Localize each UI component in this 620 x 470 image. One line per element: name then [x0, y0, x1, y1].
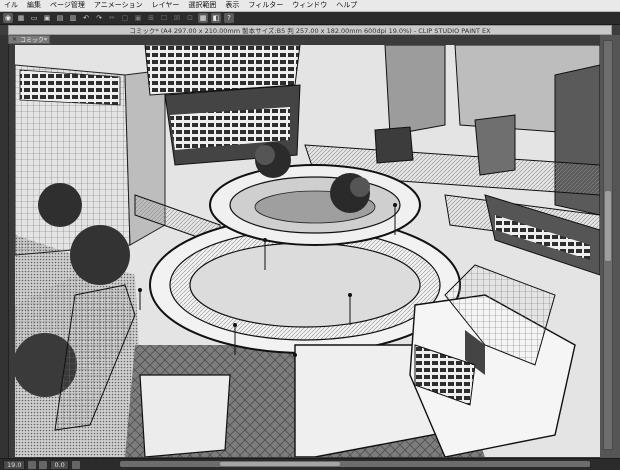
drawing-canvas[interactable]: [15, 45, 600, 457]
menu-selection[interactable]: 選択範囲: [184, 0, 221, 11]
zoom-out-icon[interactable]: [28, 460, 37, 469]
menu-window[interactable]: ウィンドウ: [288, 0, 332, 11]
document-tab-label: コミック*: [20, 37, 48, 44]
open-file-icon[interactable]: ▭: [29, 13, 39, 23]
rotation-field[interactable]: 0.0: [50, 459, 69, 470]
ruler-icon[interactable]: ◧: [211, 13, 221, 23]
menu-filter[interactable]: フィルター: [244, 0, 288, 11]
snap-icon[interactable]: ▦: [198, 13, 208, 23]
canvas-window-title: コミック* (A4 297.00 x 210.00mm 製本サイズ:B5 判 2…: [8, 25, 612, 35]
clear-icon[interactable]: ☒: [172, 13, 182, 23]
new-file-icon[interactable]: ▦: [16, 13, 26, 23]
horizontal-scroll-thumb[interactable]: [220, 462, 340, 466]
document-tab[interactable]: × コミック*: [8, 35, 50, 44]
eye-icon[interactable]: ◉: [3, 13, 13, 23]
menu-animation[interactable]: アニメーション: [90, 0, 148, 11]
command-bar: ◉ ▦ ▭ ▣ ▤ ▥ ↶ ↷ ✂ ▢ ▣ ⊞ ☐ ☒ ⊡ ▦ ◧ ?: [0, 12, 620, 25]
vertical-scroll-thumb[interactable]: [605, 191, 611, 261]
zoom-field[interactable]: 19.0: [3, 459, 26, 470]
close-tab-icon[interactable]: ×: [12, 36, 17, 43]
redo-icon[interactable]: ↷: [94, 13, 104, 23]
save-icon[interactable]: ▣: [42, 13, 52, 23]
rotate-icon[interactable]: [71, 460, 80, 469]
menu-page-management[interactable]: ページ管理: [46, 0, 90, 11]
menu-edit[interactable]: 編集: [23, 0, 46, 11]
undo-icon[interactable]: ↶: [81, 13, 91, 23]
vertical-scrollbar[interactable]: [603, 40, 613, 450]
export-icon[interactable]: ▤: [55, 13, 65, 23]
comic-artwork: [15, 45, 600, 457]
menu-layer[interactable]: レイヤー: [148, 0, 185, 11]
cut-icon[interactable]: ✂: [107, 13, 117, 23]
copy-icon[interactable]: ▢: [120, 13, 130, 23]
menu-file[interactable]: イル: [0, 0, 23, 11]
print-icon[interactable]: ▥: [68, 13, 78, 23]
help-icon[interactable]: ?: [224, 13, 234, 23]
horizontal-scrollbar[interactable]: [120, 461, 590, 467]
grid-icon[interactable]: ⊞: [146, 13, 156, 23]
status-bar: 19.0 0.0: [0, 458, 620, 470]
menu-view[interactable]: 表示: [221, 0, 244, 11]
deselect-icon[interactable]: ☐: [159, 13, 169, 23]
menu-help[interactable]: ヘルプ: [332, 0, 362, 11]
left-dock: [0, 35, 9, 458]
menu-bar: イル 編集 ページ管理 アニメーション レイヤー 選択範囲 表示 フィルター ウ…: [0, 0, 620, 12]
zoom-in-icon[interactable]: [39, 460, 48, 469]
paste-icon[interactable]: ▣: [133, 13, 143, 23]
transform-icon[interactable]: ⊡: [185, 13, 195, 23]
